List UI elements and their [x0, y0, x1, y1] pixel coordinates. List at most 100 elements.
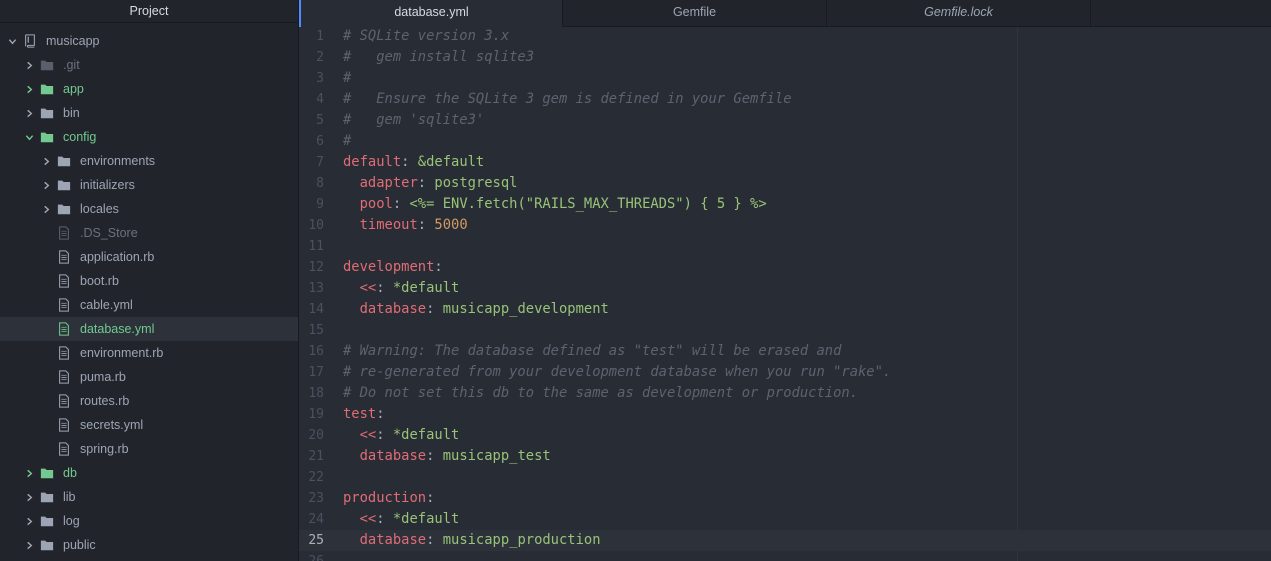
- code-line[interactable]: 14 database: musicapp_development: [299, 299, 1271, 320]
- chevron-right-icon[interactable]: [23, 83, 35, 95]
- tab-database-yml[interactable]: database.yml: [299, 0, 563, 27]
- tree-file[interactable]: boot.rb: [0, 269, 298, 293]
- code-line[interactable]: 23 production:: [299, 488, 1271, 509]
- code-token: :: [376, 427, 393, 443]
- tree-file[interactable]: spring.rb: [0, 437, 298, 461]
- code-line[interactable]: 6 #: [299, 131, 1271, 152]
- code-line[interactable]: 15: [299, 320, 1271, 341]
- folder-icon: [40, 130, 54, 144]
- chevron-down-icon[interactable]: [6, 35, 18, 47]
- tree-file[interactable]: routes.rb: [0, 389, 298, 413]
- chevron-right-icon[interactable]: [40, 179, 52, 191]
- code-editor[interactable]: 1 # SQLite version 3.x 2 # gem install sqli…: [299, 27, 1271, 561]
- line-number: 8: [316, 176, 324, 191]
- tree-folder[interactable]: initializers: [0, 173, 298, 197]
- chevron-right-icon[interactable]: [23, 107, 35, 119]
- code-line[interactable]: 21 database: musicapp_test: [299, 446, 1271, 467]
- code-line[interactable]: 4 # Ensure the SQLite 3 gem is defined in…: [299, 89, 1271, 110]
- code-line[interactable]: 17 # re-generated from your development d…: [299, 362, 1271, 383]
- chevron-down-icon[interactable]: [23, 131, 35, 143]
- file-text-icon: [57, 418, 71, 432]
- chevron-right-icon[interactable]: [23, 467, 35, 479]
- code-token: *default: [392, 280, 460, 296]
- code-line[interactable]: 26: [299, 551, 1271, 561]
- code-line[interactable]: 13 <<: *default: [299, 278, 1271, 299]
- code-text: #: [343, 68, 351, 89]
- line-number: 11: [308, 239, 324, 254]
- code-line[interactable]: 3 #: [299, 68, 1271, 89]
- tree-folder[interactable]: log: [0, 509, 298, 533]
- code-token: :: [434, 259, 443, 275]
- tree-file[interactable]: secrets.yml: [0, 413, 298, 437]
- code-text: test:: [343, 404, 385, 425]
- code-line[interactable]: 25 database: musicapp_production: [299, 530, 1271, 551]
- project-panel-title: Project: [0, 0, 298, 23]
- code-line[interactable]: 12 development:: [299, 257, 1271, 278]
- tree-folder[interactable]: db: [0, 461, 298, 485]
- tree-folder[interactable]: .git: [0, 53, 298, 77]
- folder-icon: [40, 514, 54, 528]
- tree-file[interactable]: puma.rb: [0, 365, 298, 389]
- code-line[interactable]: 8 adapter: postgresql: [299, 173, 1271, 194]
- code-line[interactable]: 5 # gem 'sqlite3': [299, 110, 1271, 131]
- tree-file[interactable]: .DS_Store: [0, 221, 298, 245]
- chevron-right-icon[interactable]: [23, 539, 35, 551]
- code-line[interactable]: 18 # Do not set this db to the same as de…: [299, 383, 1271, 404]
- line-number: 24: [308, 512, 324, 527]
- chevron-right-icon[interactable]: [23, 515, 35, 527]
- code-line[interactable]: 1 # SQLite version 3.x: [299, 27, 1271, 47]
- tree-folder[interactable]: environments: [0, 149, 298, 173]
- tree-folder[interactable]: locales: [0, 197, 298, 221]
- tree-item-label: cable.yml: [80, 298, 133, 312]
- tree-folder[interactable]: config: [0, 125, 298, 149]
- chevron-right-icon[interactable]: [40, 203, 52, 215]
- tree-file[interactable]: application.rb: [0, 245, 298, 269]
- code-token: musicapp_test: [442, 448, 551, 464]
- line-number: 17: [308, 365, 324, 380]
- chevron-right-icon[interactable]: [23, 491, 35, 503]
- code-text: database: musicapp_production: [343, 530, 601, 551]
- tree-folder[interactable]: public: [0, 533, 298, 557]
- code-line[interactable]: 10 timeout: 5000: [299, 215, 1271, 236]
- code-line[interactable]: 11: [299, 236, 1271, 257]
- chevron-right-icon[interactable]: [23, 59, 35, 71]
- code-line[interactable]: 19 test:: [299, 404, 1271, 425]
- tree-file[interactable]: cable.yml: [0, 293, 298, 317]
- tree-folder[interactable]: bin: [0, 101, 298, 125]
- code-token: default: [343, 154, 402, 170]
- tree-folder[interactable]: lib: [0, 485, 298, 509]
- tree-file[interactable]: environment.rb: [0, 341, 298, 365]
- tree-project-root[interactable]: musicapp: [0, 29, 298, 53]
- code-line[interactable]: 7 default: &default: [299, 152, 1271, 173]
- code-text: # Ensure the SQLite 3 gem is defined in …: [343, 89, 792, 110]
- code-line[interactable]: 16 # Warning: The database defined as "te…: [299, 341, 1271, 362]
- tree-item-label: public: [63, 538, 96, 552]
- code-token: :: [376, 280, 393, 296]
- code-token: test: [343, 406, 377, 422]
- folder-icon: [40, 466, 54, 480]
- tree-item-label: app: [63, 82, 84, 96]
- tree-folder[interactable]: app: [0, 77, 298, 101]
- code-line[interactable]: 20 <<: *default: [299, 425, 1271, 446]
- tab-gemfile-lock[interactable]: Gemfile.lock: [827, 0, 1091, 26]
- tree-file[interactable]: database.yml: [0, 317, 298, 341]
- tree-item-label: application.rb: [80, 250, 155, 264]
- tab-gemfile[interactable]: Gemfile: [563, 0, 827, 26]
- code-line[interactable]: 9 pool: <%= ENV.fetch("RAILS_MAX_THREADS…: [299, 194, 1271, 215]
- folder-icon: [40, 82, 54, 96]
- code-line[interactable]: 22: [299, 467, 1271, 488]
- chevron-right-icon[interactable]: [40, 155, 52, 167]
- tree-item-label: db: [63, 466, 77, 480]
- code-line[interactable]: 24 <<: *default: [299, 509, 1271, 530]
- tree-item-label: .git: [63, 58, 80, 72]
- line-number: 20: [308, 428, 324, 443]
- line-number: 18: [308, 386, 324, 401]
- file-text-icon: [57, 226, 71, 240]
- code-token: adapter: [359, 175, 418, 191]
- code-line[interactable]: 2 # gem install sqlite3: [299, 47, 1271, 68]
- line-number: 7: [316, 155, 324, 170]
- tree-item-label: log: [63, 514, 80, 528]
